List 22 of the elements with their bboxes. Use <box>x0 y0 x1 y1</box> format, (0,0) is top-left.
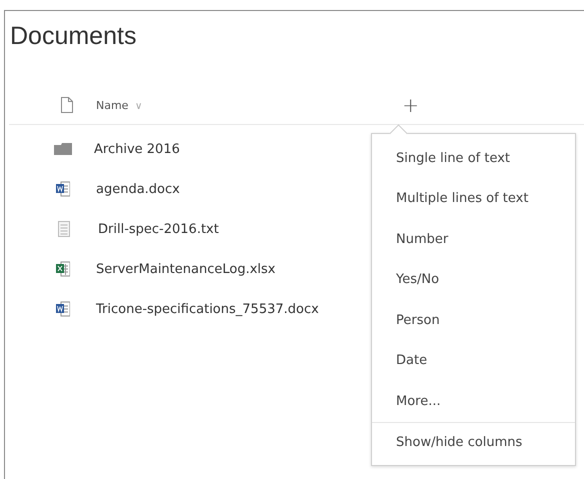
menu-item[interactable]: Show/hide columns <box>372 422 575 463</box>
text-file-icon <box>58 221 70 237</box>
document-icon <box>61 97 73 113</box>
excel-file-icon <box>56 261 70 277</box>
file-name-link[interactable]: Archive 2016 <box>94 142 180 156</box>
menu-item[interactable]: Multiple lines of text <box>372 178 575 219</box>
add-column-button[interactable]: + <box>402 95 420 115</box>
menu-item[interactable]: Yes/No <box>372 260 575 300</box>
menu-item[interactable]: Date <box>372 340 575 381</box>
menu-item[interactable]: More... <box>372 381 575 422</box>
file-name-link[interactable]: Tricone-specifications_75537.docx <box>96 302 319 316</box>
menu-item[interactable]: Number <box>372 219 575 260</box>
menu-item[interactable]: Single line of text <box>372 138 575 178</box>
name-column-header[interactable]: Name ∨ <box>96 98 142 112</box>
menu-item[interactable]: Person <box>372 300 575 340</box>
page-title: Documents <box>9 21 138 52</box>
folder-icon <box>54 143 72 155</box>
file-name-link[interactable]: agenda.docx <box>96 182 180 196</box>
file-name-link[interactable]: ServerMaintenanceLog.xlsx <box>96 262 276 276</box>
file-name-link[interactable]: Drill-spec-2016.txt <box>98 222 219 236</box>
word-file-icon <box>56 301 70 317</box>
word-file-icon <box>56 181 70 197</box>
